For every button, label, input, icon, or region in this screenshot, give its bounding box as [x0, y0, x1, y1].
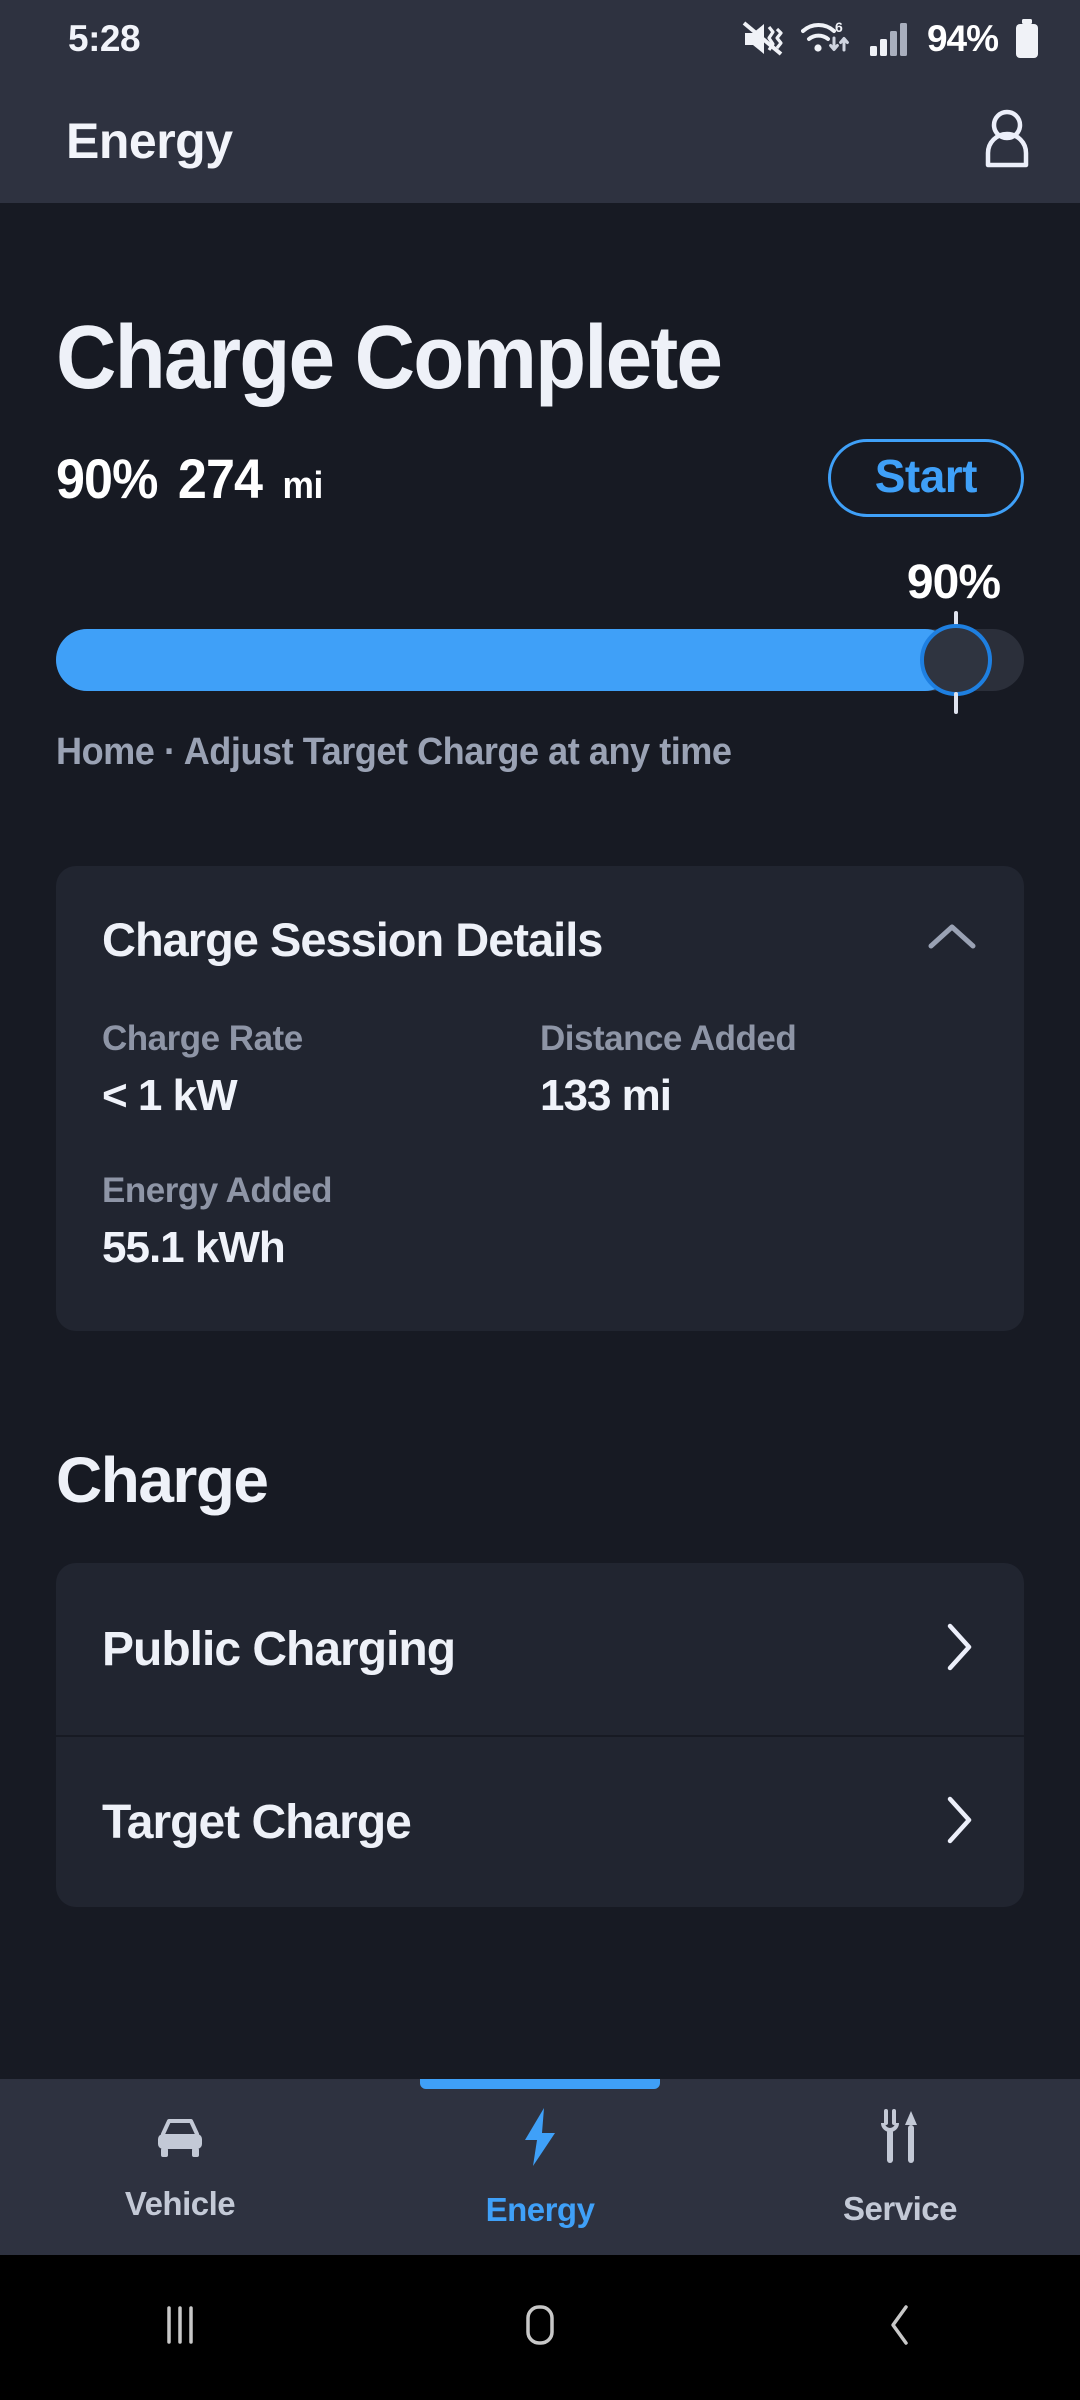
slider-track[interactable] — [56, 629, 1024, 691]
battery-percent-value: 90% — [56, 446, 158, 510]
slider-caption: Home · Adjust Target Charge at any time — [56, 731, 732, 773]
home-button[interactable] — [360, 2300, 720, 2355]
slider-tick-bottom — [954, 692, 958, 714]
metric-label: Distance Added — [540, 1019, 797, 1058]
metric-row: Energy Added 55.1 kWh — [102, 1171, 978, 1273]
list-item-label: Public Charging — [102, 1622, 456, 1676]
card-title: Charge Session Details — [102, 913, 603, 966]
slider-fill — [56, 629, 956, 691]
metric-distance-added: Distance Added 133 mi — [540, 1019, 978, 1121]
wrench-screwdriver-icon — [872, 2107, 928, 2172]
nav-label: Service — [843, 2189, 957, 2227]
app-bar: Energy — [0, 78, 1080, 203]
session-metrics: Charge Rate < 1 kW Distance Added 133 mi… — [102, 1019, 978, 1273]
nav-tab-energy[interactable]: Energy — [360, 2079, 720, 2255]
battery-icon — [1014, 18, 1040, 60]
lightning-bolt-icon — [517, 2106, 563, 2173]
metric-energy-added: Energy Added 55.1 kWh — [102, 1171, 540, 1273]
nav-label: Energy — [485, 2190, 595, 2228]
collapse-card-button[interactable] — [926, 920, 978, 959]
account-button[interactable] — [978, 107, 1036, 174]
list-item-target-charge[interactable]: Target Charge — [56, 1735, 1024, 1907]
range-unit: mi — [282, 464, 323, 507]
charge-session-details-card: Charge Session Details Charge Rate < 1 k… — [56, 866, 1024, 1331]
status-bar-icons: 6 94% — [741, 18, 1040, 60]
slider-value-label: 90% — [906, 556, 1001, 609]
slider-thumb[interactable] — [920, 624, 992, 696]
back-icon — [880, 2300, 920, 2355]
cellular-signal-icon — [869, 20, 911, 58]
battery-percent-label: 94% — [926, 18, 999, 59]
metric-label: Charge Rate — [102, 1019, 303, 1058]
card-header[interactable]: Charge Session Details — [102, 912, 978, 967]
mute-vibrate-icon — [741, 20, 785, 58]
chevron-right-icon — [942, 1621, 976, 1678]
metric-value: < 1 kW — [102, 1071, 238, 1120]
chevron-up-icon — [926, 924, 978, 958]
status-bar: 5:28 6 94% — [0, 0, 1080, 78]
back-button[interactable] — [720, 2300, 1080, 2355]
start-charge-button[interactable]: Start — [827, 438, 1024, 518]
nav-label: Vehicle — [124, 2184, 236, 2222]
home-icon — [516, 2300, 564, 2355]
active-tab-indicator — [420, 2079, 660, 2089]
car-icon — [150, 2112, 210, 2167]
bottom-navigation: Vehicle Energy Service — [0, 2079, 1080, 2255]
charge-links-list: Public Charging Target Charge — [56, 1563, 1024, 1907]
list-item-public-charging[interactable]: Public Charging — [56, 1563, 1024, 1735]
status-bar-clock: 5:28 — [68, 18, 141, 59]
list-item-label: Target Charge — [102, 1795, 412, 1849]
nav-tab-vehicle[interactable]: Vehicle — [0, 2079, 360, 2255]
metric-value: 133 mi — [540, 1071, 672, 1120]
recents-button[interactable] — [0, 2300, 360, 2355]
target-charge-slider[interactable]: 90% — [56, 555, 1024, 714]
page-title: Energy — [66, 112, 233, 169]
range-value: 274 — [177, 446, 263, 510]
main-content[interactable]: Charge Complete 90% 274 mi Start 90% Hom… — [0, 203, 1080, 2079]
nav-tab-service[interactable]: Service — [720, 2079, 1080, 2255]
charge-stats: 90% 274 mi — [56, 446, 323, 511]
metric-charge-rate: Charge Rate < 1 kW — [102, 1019, 540, 1121]
svg-text:6: 6 — [835, 19, 843, 35]
charge-status-title: Charge Complete — [56, 308, 723, 408]
chevron-right-icon — [942, 1794, 976, 1851]
phone-screen: 5:28 6 94% Energy Charge Complete 90% 27… — [0, 0, 1080, 2400]
wifi-6-icon: 6 — [800, 18, 853, 60]
metric-label: Energy Added — [102, 1171, 332, 1210]
charge-section-title: Charge — [56, 1444, 269, 1516]
metric-value: 55.1 kWh — [102, 1223, 286, 1272]
recents-icon — [157, 2300, 203, 2355]
charge-summary-row: 90% 274 mi Start — [56, 435, 1024, 521]
android-navigation-bar — [0, 2255, 1080, 2400]
person-icon — [978, 107, 1036, 174]
charge-hero: Charge Complete 90% 274 mi Start 90% Hom… — [0, 203, 1080, 774]
metric-row: Charge Rate < 1 kW Distance Added 133 mi — [102, 1019, 978, 1121]
